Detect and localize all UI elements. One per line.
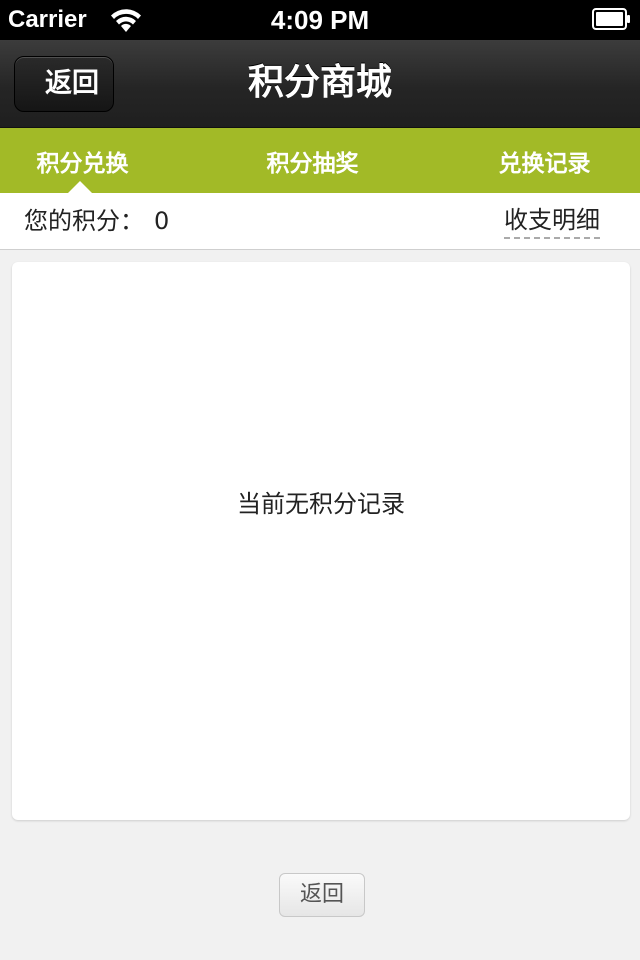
points-summary: 您的积分： 0 收支明细 — [0, 193, 640, 250]
back-button[interactable]: 返回 — [14, 56, 114, 112]
tab-exchange-records[interactable]: 兑换记录 — [482, 128, 607, 193]
battery-icon — [592, 8, 630, 30]
status-time: 4:09 PM — [270, 5, 370, 35]
bottom-back-button[interactable]: 返回 — [279, 873, 365, 917]
active-tab-indicator — [68, 181, 92, 193]
empty-state-message: 当前无积分记录 — [237, 490, 405, 518]
tab-bar: 积分兑换 积分抽奖 兑换记录 — [0, 128, 640, 193]
tab-points-lottery[interactable]: 积分抽奖 — [250, 128, 375, 193]
points-value: 0 — [154, 207, 170, 235]
back-button-label: 返回 — [45, 68, 99, 99]
records-card: 当前无积分记录 — [12, 262, 630, 820]
points-label: 您的积分： — [24, 207, 144, 235]
income-expense-details-link[interactable]: 收支明细 — [504, 203, 600, 239]
navigation-bar: 积分商城 返回 — [0, 40, 640, 128]
status-bar: Carrier 4:09 PM — [0, 0, 640, 40]
